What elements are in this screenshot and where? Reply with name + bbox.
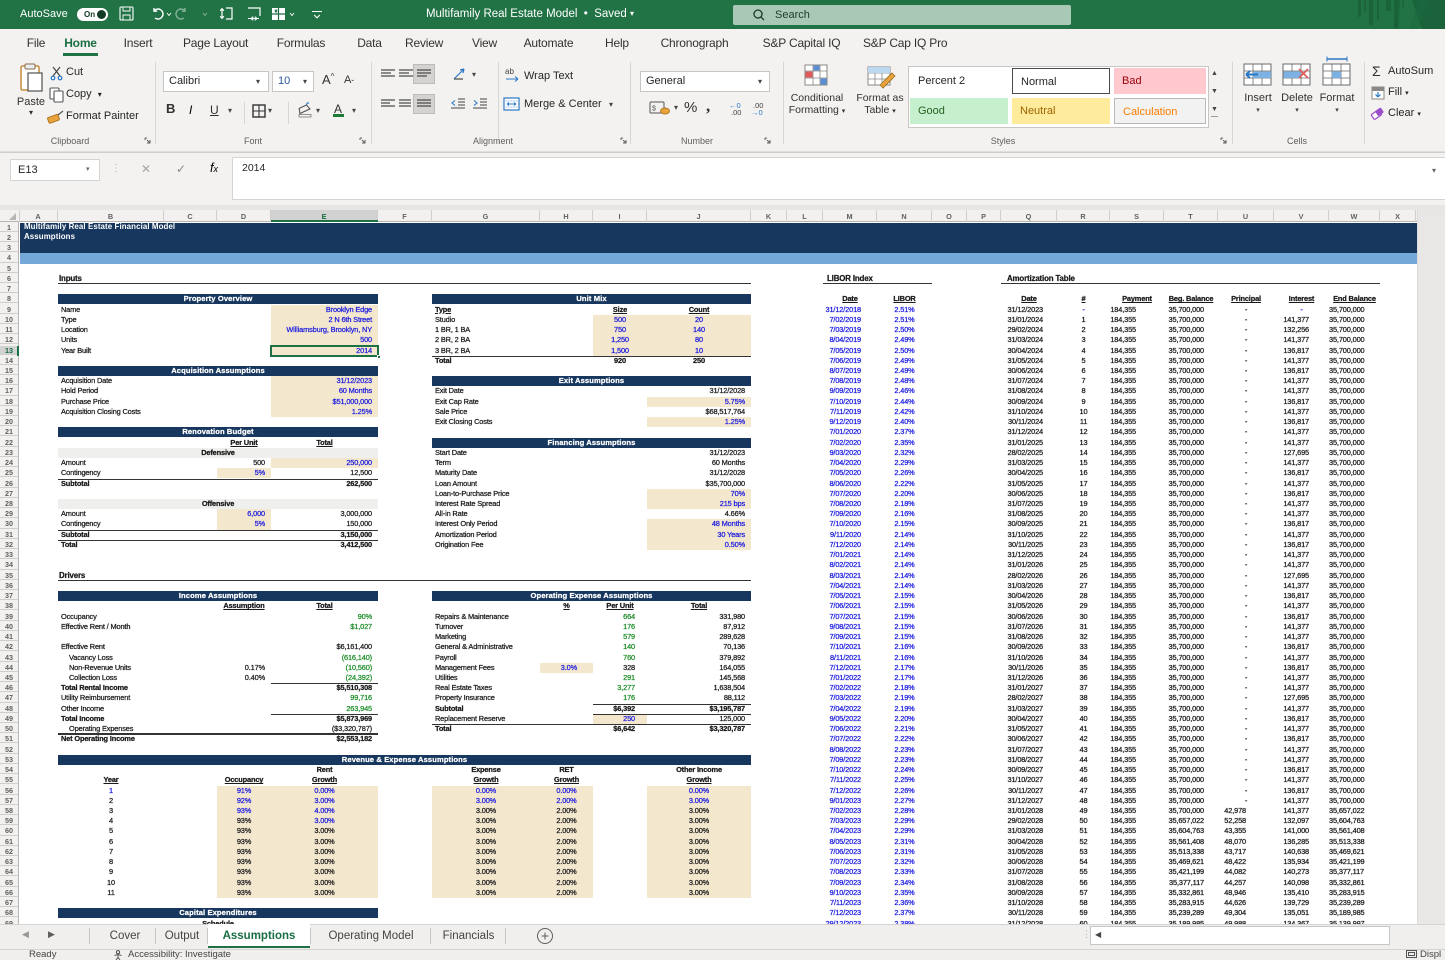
svg-text:.00: .00 [731,108,741,117]
svg-text:ab: ab [505,67,514,76]
svg-text:→0: →0 [751,108,763,117]
svg-text:$: $ [652,106,656,113]
